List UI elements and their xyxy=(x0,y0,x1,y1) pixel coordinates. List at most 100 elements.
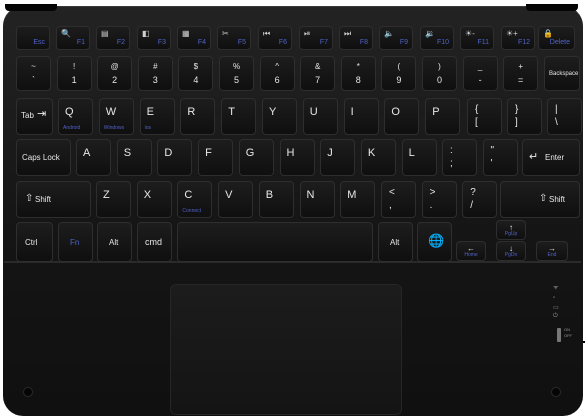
q-label: Q xyxy=(65,106,74,118)
key-caps-lock[interactable]: Caps Lock xyxy=(16,139,71,176)
power-switch-labels: ON OFF xyxy=(564,327,572,339)
key-slash[interactable]: ? / xyxy=(462,181,498,218)
key-6[interactable]: ^ 6 xyxy=(259,56,295,91)
key-alt-left[interactable]: Alt xyxy=(97,222,132,262)
key-shift-left[interactable]: ⇧ Shift xyxy=(16,181,91,218)
key-n[interactable]: N xyxy=(299,181,335,218)
key-f[interactable]: F xyxy=(198,139,234,176)
key-semicolon[interactable]: :; xyxy=(442,139,477,176)
key-h[interactable]: H xyxy=(279,139,315,176)
key-u[interactable]: U xyxy=(302,98,338,135)
5-base-label: 5 xyxy=(233,75,240,85)
f9-label: F9 xyxy=(399,39,408,46)
key-i[interactable]: I xyxy=(343,98,379,135)
m-label: M xyxy=(347,189,357,201)
key-minus[interactable]: _ - xyxy=(462,56,498,91)
key-b[interactable]: B xyxy=(258,181,294,218)
f2-label: F2 xyxy=(116,39,125,46)
key-q[interactable]: Q Android xyxy=(58,98,93,135)
key-y[interactable]: Y xyxy=(262,98,297,135)
key-f4[interactable]: ▦ F4 xyxy=(177,26,211,50)
p-label: P xyxy=(432,106,440,118)
key-l[interactable]: L xyxy=(401,139,437,176)
c-fn-label: Connect xyxy=(182,208,202,214)
key-c[interactable]: C Connect xyxy=(177,181,213,218)
f1-icon: 🔍 xyxy=(61,29,71,38)
power-switch[interactable] xyxy=(557,328,561,342)
key-f5[interactable]: ✂ F5 xyxy=(217,26,251,50)
key-f3[interactable]: ◧ F3 xyxy=(137,26,171,50)
key-arrow-right[interactable]: → End xyxy=(536,241,568,261)
key-0[interactable]: ) 0 xyxy=(422,56,457,91)
key-cmd[interactable]: cmd xyxy=(137,222,172,262)
tilde-shift-label: ~ xyxy=(31,62,36,71)
rubber-foot-right xyxy=(551,387,561,397)
key-p[interactable]: P xyxy=(425,98,461,135)
key-arrow-left[interactable]: ← Home xyxy=(456,241,486,261)
key-esc[interactable]: Esc xyxy=(16,26,50,50)
brace-left-shift-label: { xyxy=(475,104,479,115)
key-pipe[interactable]: | \ xyxy=(547,98,582,135)
f11-label: F11 xyxy=(477,39,489,46)
key-2[interactable]: @2 xyxy=(97,56,133,91)
key-1[interactable]: ! 1 xyxy=(56,56,92,91)
key-7[interactable]: & 7 xyxy=(300,56,336,91)
key-spacebar[interactable] xyxy=(177,222,373,262)
3-shift-label: # xyxy=(153,62,158,71)
key-brace-left[interactable]: {[ xyxy=(467,98,502,135)
key-f11[interactable]: ☀- F11 xyxy=(460,26,494,50)
key-brace-right[interactable]: }] xyxy=(507,98,542,135)
key-f10[interactable]: 🔉 F10 xyxy=(420,26,454,50)
key-period[interactable]: >. xyxy=(421,181,457,218)
key-ctrl[interactable]: Ctrl xyxy=(16,222,53,262)
key-9[interactable]: (9 xyxy=(381,56,417,91)
f8-label: F8 xyxy=(359,39,368,46)
key-tab[interactable]: Tab ⇥ xyxy=(16,98,53,135)
key-enter[interactable]: ↵ Enter xyxy=(522,139,580,176)
key-a[interactable]: A xyxy=(76,139,111,176)
key-m[interactable]: M xyxy=(340,181,376,218)
touchpad[interactable] xyxy=(170,284,402,415)
f7-label: F7 xyxy=(319,39,328,46)
key-t[interactable]: T xyxy=(221,98,257,135)
key-g[interactable]: G xyxy=(238,139,274,176)
key-backspace[interactable]: Backspace xyxy=(544,56,580,91)
key-8[interactable]: * 8 xyxy=(340,56,376,91)
key-o[interactable]: O xyxy=(384,98,420,135)
key-tilde[interactable]: ~ ` xyxy=(16,56,51,91)
j-label: J xyxy=(327,147,333,159)
key-4[interactable]: $4 xyxy=(178,56,214,91)
key-r[interactable]: R xyxy=(180,98,216,135)
key-arrow-down[interactable]: ↓ PgDn xyxy=(496,241,526,261)
key-f12[interactable]: ☀+ F12 xyxy=(501,26,535,50)
key-shift-right[interactable]: ⇧ Shift xyxy=(500,181,580,218)
key-fn[interactable]: Fn xyxy=(58,222,93,262)
key-f6[interactable]: ⏮ F6 xyxy=(258,26,292,50)
key-x[interactable]: X xyxy=(136,181,172,218)
key-j[interactable]: J xyxy=(320,139,356,176)
key-alt-right[interactable]: Alt xyxy=(378,222,413,262)
key-k[interactable]: K xyxy=(360,139,396,176)
key-d[interactable]: D xyxy=(157,139,193,176)
f3-icon: ◧ xyxy=(142,29,150,38)
u-label: U xyxy=(309,106,318,118)
key-z[interactable]: Z xyxy=(96,181,131,218)
key-f1[interactable]: 🔍 F1 xyxy=(56,26,90,50)
key-s[interactable]: S xyxy=(116,139,152,176)
key-f2[interactable]: ▤ F2 xyxy=(96,26,130,50)
key-quote[interactable]: " ' xyxy=(482,139,518,176)
key-5[interactable]: % 5 xyxy=(219,56,254,91)
key-f9[interactable]: 🔈 F9 xyxy=(379,26,413,50)
key-language[interactable]: 🌐 xyxy=(417,222,452,262)
key-e[interactable]: Eios xyxy=(139,98,175,135)
key-w[interactable]: W Windows xyxy=(98,98,134,135)
key-comma[interactable]: <, xyxy=(381,181,416,218)
key-equals[interactable]: + = xyxy=(503,56,539,91)
key-f8[interactable]: ⏭ F8 xyxy=(339,26,373,50)
key-delete[interactable]: 🔒 Delete xyxy=(538,26,575,50)
9-base-label: 9 xyxy=(396,75,402,85)
key-f7[interactable]: ⏯ F7 xyxy=(299,26,333,50)
key-3[interactable]: #3 xyxy=(137,56,173,91)
key-arrow-up[interactable]: ↑ PgUp xyxy=(496,220,526,240)
key-v[interactable]: V xyxy=(218,181,254,218)
